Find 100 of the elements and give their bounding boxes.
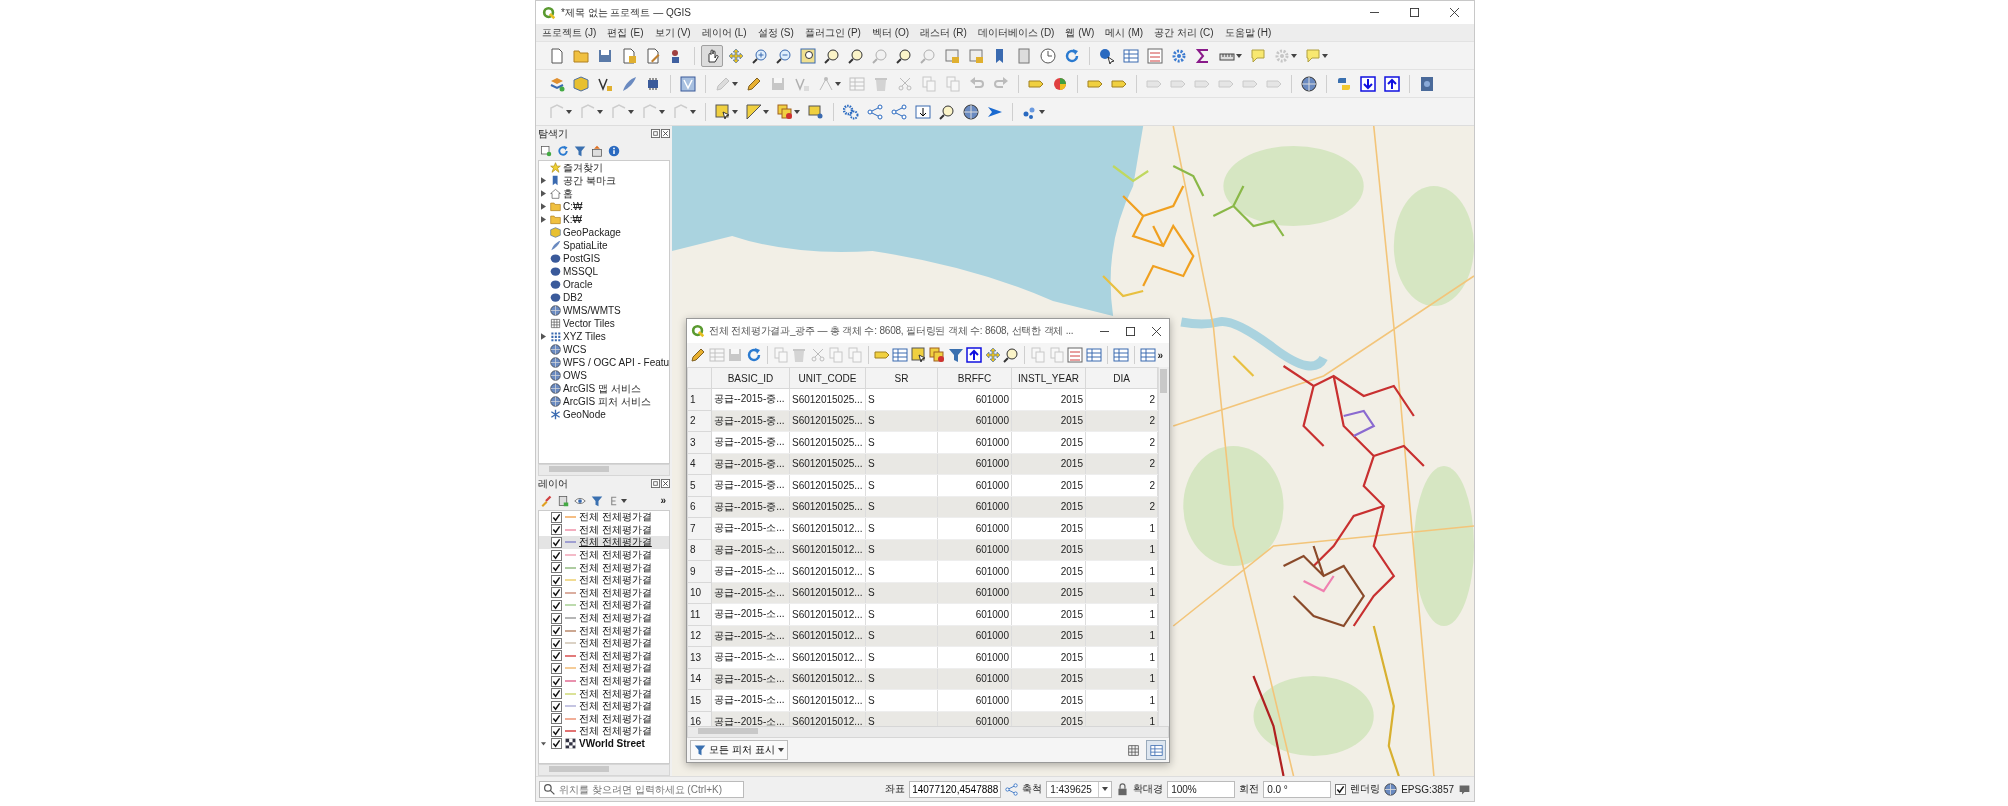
crs-button[interactable]: EPSG:3857 [1401,783,1454,795]
table-cell: S [865,689,938,711]
tree-item[interactable]: GeoPackage [539,226,669,239]
tree-item[interactable]: ArcGIS 피처 서비스 [539,395,669,408]
tree-item[interactable]: GeoNode [539,408,669,421]
tree-item[interactable]: Oracle [539,278,669,291]
layer-item[interactable]: 전체 전체평가결 [539,611,669,625]
row-number[interactable]: 8 [687,539,712,561]
column-header[interactable]: DIA [1085,367,1158,389]
row-number[interactable]: 13 [687,646,712,668]
row-number[interactable]: 9 [687,560,712,582]
layer-item[interactable]: 전체 전체평가결 [539,687,669,700]
table-cell: 공급--2015-소... [711,646,790,668]
menu-item[interactable]: 설정 (S) [757,25,794,40]
menu-item[interactable]: 웹 (W) [1065,25,1095,40]
menu-item[interactable]: 도움말 (H) [1224,25,1272,40]
column-header[interactable]: SR [865,367,938,389]
row-number[interactable]: 4 [687,453,712,475]
layer-item[interactable]: 전체 전체평가결 [539,699,669,713]
table-cell: S6012015012... [789,517,866,539]
coordinate-field[interactable]: 14077120,4547888 [909,780,1002,798]
tree-item[interactable]: MSSQL [539,265,669,278]
filter-menu-button[interactable]: 모든 피처 표시 [690,740,788,760]
menu-item[interactable]: 공간 처리 (C) [1154,25,1214,40]
row-number[interactable]: 10 [687,582,712,604]
layer-item[interactable]: VWorld Street [539,737,669,751]
table-cell: S [865,603,938,625]
menu-item[interactable]: 편집 (E) [607,25,644,40]
tree-item[interactable]: K:₩ [539,213,669,226]
table-cell: 2015 [1011,689,1086,711]
row-number[interactable]: 1 [687,388,712,410]
layer-item[interactable]: 전체 전체평가결 [539,511,669,524]
layer-item[interactable]: 전체 전체평가결 [539,561,669,574]
tree-item[interactable]: 홈 [539,187,669,200]
table-cell: 601000 [937,689,1012,711]
row-number[interactable]: 3 [687,431,712,453]
overflow-button[interactable]: » [660,495,672,506]
layer-item[interactable]: 전체 전체평가결 [539,599,669,612]
menu-item[interactable]: 데이터베이스 (D) [977,25,1055,40]
row-number[interactable]: 7 [687,517,712,539]
row-number[interactable]: 2 [687,410,712,432]
tree-item[interactable]: WMS/WMTS [539,304,669,317]
table-cell: S6012015012... [789,560,866,582]
layer-item[interactable]: 전체 전체평가결 [539,573,669,587]
tree-item[interactable]: DB2 [539,291,669,304]
table-cell: S [865,388,938,410]
table-cell: 2 [1085,431,1158,453]
tree-item[interactable]: 공간 북마크 [539,174,669,187]
layer-item[interactable]: 전체 전체평가결 [539,586,669,600]
layer-item[interactable]: 전체 전체평가결 [539,725,669,738]
row-number[interactable]: 14 [687,668,712,690]
layer-item[interactable]: 전체 전체평가결 [539,662,669,675]
tree-item[interactable]: 즐겨찾기 [539,161,669,174]
layer-item[interactable]: 전체 전체평가결 [539,536,669,549]
menu-item[interactable]: 플러그인 (P) [804,25,861,40]
row-number[interactable]: 6 [687,496,712,518]
layer-item[interactable]: 전체 전체평가결 [539,548,669,562]
layer-item[interactable]: 전체 전체평가결 [539,712,669,726]
table-cell: 601000 [937,431,1012,453]
menu-item[interactable]: 래스터 (R) [920,25,967,40]
table-cell: S6012015012... [789,646,866,668]
menu-item[interactable]: 프로젝트 (J) [542,25,597,40]
rotation-spinbox[interactable]: 0.0 ° [1263,780,1332,798]
layer-item[interactable]: 전체 전체평가결 [539,674,669,688]
tree-item[interactable]: SpatiaLite [539,239,669,252]
tree-item[interactable]: ArcGIS 맵 서비스 [539,382,669,395]
tree-item[interactable]: WCS [539,343,669,356]
column-header[interactable]: UNIT_CODE [789,367,866,389]
magnifier-spinbox[interactable]: 100% [1167,780,1236,798]
table-cell: 601000 [937,646,1012,668]
rotation-label: 회전 [1239,782,1260,796]
menu-item[interactable]: 벡터 (O) [871,25,910,40]
table-cell: S6012015025... [789,474,866,496]
layer-item[interactable]: 전체 전체평가결 [539,636,669,650]
scale-combobox[interactable]: 1:439625 [1046,780,1113,798]
tree-item[interactable]: C:₩ [539,200,669,213]
layer-item[interactable]: 전체 전체평가결 [539,523,669,537]
row-number[interactable]: 12 [687,625,712,647]
row-number[interactable]: 11 [687,603,712,625]
column-header[interactable]: INSTL_YEAR [1011,367,1086,389]
tree-item[interactable]: OWS [539,369,669,382]
menu-item[interactable]: 레이어 (L) [701,25,747,40]
menu-item[interactable]: 보기 (V) [654,25,691,40]
table-cell: 1 [1085,560,1158,582]
layer-item[interactable]: 전체 전체평가결 [539,624,669,637]
layer-item[interactable]: 전체 전체평가결 [539,649,669,663]
column-header[interactable]: BASIC_ID [711,367,790,389]
table-cell: S6012015025... [789,388,866,410]
table-cell: 공급--2015-소... [711,603,790,625]
search-field[interactable]: 위치를 찾으려면 입력하세요 (Ctrl+K) [539,780,744,798]
tree-item[interactable]: XYZ Tiles [539,330,669,343]
menu-item[interactable]: 메시 (M) [1105,25,1144,40]
overflow-button[interactable]: » [1157,349,1170,361]
row-number[interactable]: 5 [687,474,712,496]
tree-item[interactable]: Vector Tiles [539,317,669,330]
table-cell: S [865,431,938,453]
column-header[interactable]: BRFFC [937,367,1012,389]
row-number[interactable]: 15 [687,689,712,711]
tree-item[interactable]: PostGIS [539,252,669,265]
tree-item[interactable]: WFS / OGC API - Featu [539,356,669,369]
